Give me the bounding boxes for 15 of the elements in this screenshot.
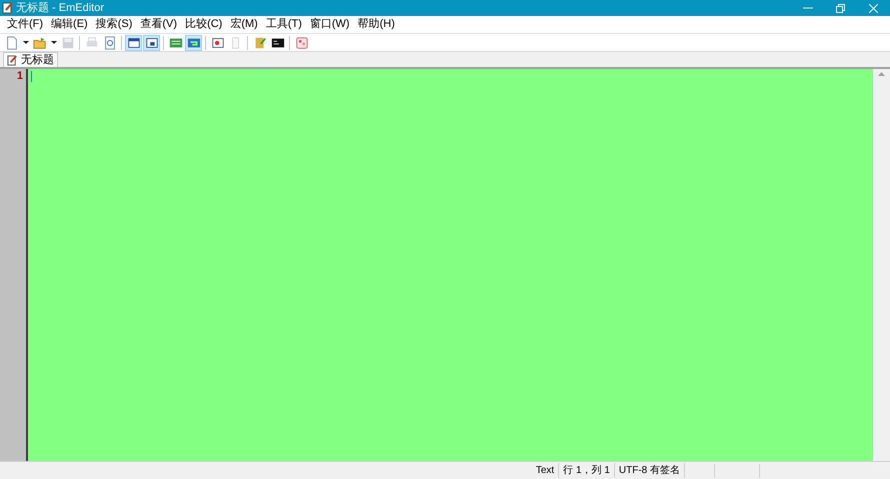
document-tab[interactable]: 无标题: [3, 52, 58, 67]
status-text: Text: [532, 463, 560, 478]
menu-item[interactable]: 工具(T): [262, 16, 306, 33]
menu-item[interactable]: 编辑(E): [47, 16, 92, 33]
line-number: 1: [16, 69, 23, 83]
window-title: 无标题 - EmEditor: [16, 0, 104, 16]
menu-item[interactable]: 查看(V): [136, 16, 182, 33]
status-text: 行 1，列 1: [559, 463, 615, 478]
menu-item[interactable]: 文件(F): [3, 16, 48, 33]
menu-item[interactable]: 宏(M): [226, 16, 262, 33]
menu-item[interactable]: 窗口(W): [306, 16, 354, 33]
status-text: UTF-8 有签名: [614, 463, 685, 478]
menu-item[interactable]: 搜索(S): [92, 16, 136, 33]
menu-item[interactable]: 帮助(H): [354, 16, 399, 33]
menu-item[interactable]: 比较(C): [181, 16, 226, 33]
